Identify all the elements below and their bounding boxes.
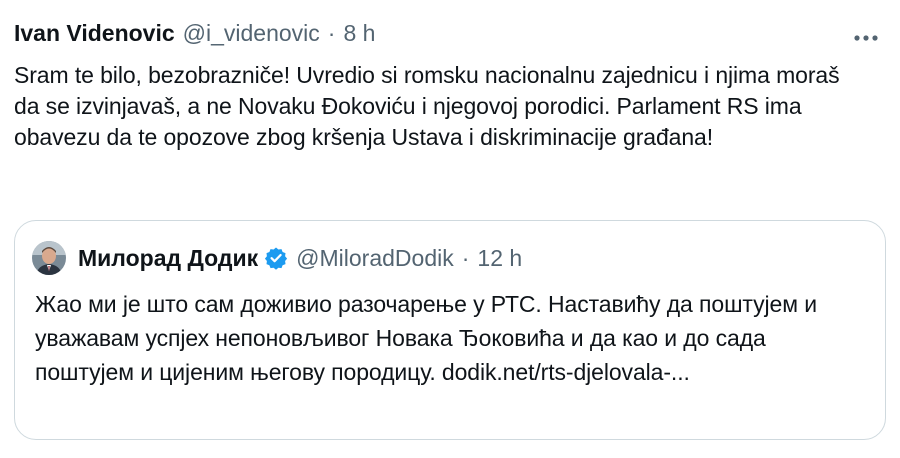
quoted-author-handle[interactable]: @MiloradDodik: [296, 245, 454, 272]
separator-dot: ·: [327, 20, 336, 46]
author-handle[interactable]: @i_videnovic: [183, 20, 320, 47]
author-name[interactable]: Ivan Videnovic: [14, 20, 175, 47]
quoted-tweet-header: Милорад Додик @MiloradDodik · 12 h: [32, 241, 522, 275]
tweet-text: Sram te bilo, bezobrazniče! Uvredio si r…: [14, 62, 840, 150]
quoted-author-name[interactable]: Милорад Додик: [78, 245, 258, 272]
quoted-tweet[interactable]: Милорад Додик @MiloradDodik · 12 h Жао м…: [14, 220, 886, 440]
quoted-tweet-timestamp[interactable]: 12 h: [477, 245, 522, 272]
tweet-timestamp[interactable]: 8 h: [343, 20, 375, 47]
verified-badge-icon: [264, 246, 288, 270]
more-horizontal-icon: [854, 35, 878, 41]
more-options-button[interactable]: [850, 26, 882, 50]
tweet: Ivan Videnovic @i_videnovic · 8 h Sram t…: [14, 20, 890, 153]
tweet-header: Ivan Videnovic @i_videnovic · 8 h: [14, 20, 890, 54]
quoted-tweet-text: Жао ми је што сам доживио разочарење у Р…: [35, 291, 817, 385]
avatar[interactable]: [32, 241, 66, 275]
separator-dot: ·: [461, 244, 470, 271]
